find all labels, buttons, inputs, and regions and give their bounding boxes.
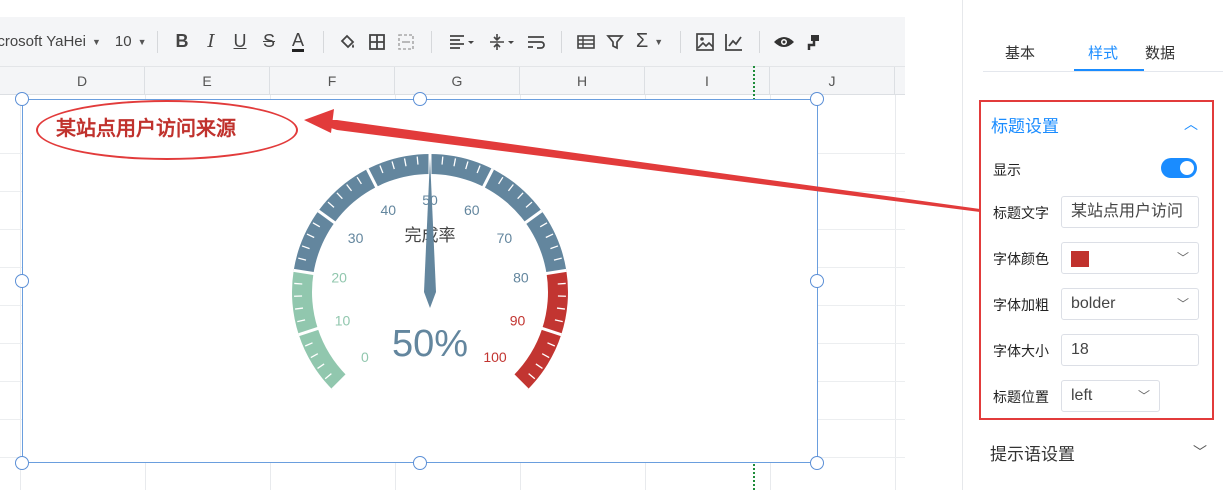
font-color-label: 字体颜色 xyxy=(993,251,1049,267)
gauge-band-0 xyxy=(291,270,347,390)
title-text-label: 标题文字 xyxy=(993,205,1049,221)
gauge-minor-tick xyxy=(557,282,566,285)
gauge-tick-label: 90 xyxy=(510,312,526,328)
gauge-chart: 0102030405060708090100完成率50% xyxy=(291,154,568,391)
gauge-tick-label: 10 xyxy=(335,312,351,328)
gauge-minor-tick xyxy=(416,156,419,165)
chevron-down-icon: ﹀ xyxy=(1193,444,1207,460)
chevron-up-icon[interactable]: ︿ xyxy=(1184,114,1198,134)
color-swatch xyxy=(1071,251,1089,267)
font-size-input[interactable]: 18 xyxy=(1061,334,1199,366)
font-weight-select[interactable]: bolder ﹀ xyxy=(1061,288,1199,320)
gauge-tick-label: 70 xyxy=(497,230,513,246)
chevron-down-icon: ﹀ xyxy=(1137,389,1150,403)
panel-tabs: 基本 样式 数据 xyxy=(983,30,1223,72)
gauge-tick-label: 40 xyxy=(380,202,396,218)
tooltip-settings-section[interactable]: 提示语设置 ﹀ xyxy=(983,430,1223,472)
font-weight-label: 字体加粗 xyxy=(993,297,1049,313)
font-color-select[interactable]: ﹀ xyxy=(1061,242,1199,274)
spreadsheet-area: icrosoft YaHei ▼ 10 ▼ B I U S A Σ ▼ D E … xyxy=(0,0,905,490)
gauge-band-2 xyxy=(513,270,568,390)
gauge-tick-label: 30 xyxy=(348,230,364,246)
title-settings-section: 标题设置 ︿ 显示 标题文字 某站点用户访问 字体颜色 ﹀ 字体加粗 bolde… xyxy=(979,100,1214,420)
title-position-label: 标题位置 xyxy=(993,389,1049,405)
tooltip-section-title: 提示语设置 xyxy=(990,445,1075,464)
active-tab-indicator xyxy=(1074,69,1144,71)
gauge-tick-label: 0 xyxy=(361,349,369,365)
gauge-minor-tick xyxy=(441,156,444,165)
font-weight-value: bolder xyxy=(1071,295,1116,312)
gauge-minor-tick xyxy=(294,282,303,285)
title-text-input[interactable]: 某站点用户访问 xyxy=(1061,196,1199,228)
settings-panel: 基本 样式 数据 标题设置 ︿ 显示 标题文字 某站点用户访问 字体颜色 ﹀ 字… xyxy=(963,0,1223,490)
gauge-detail-value: 50% xyxy=(392,323,468,365)
tab-style[interactable]: 样式 xyxy=(1088,42,1118,63)
font-size-label: 字体大小 xyxy=(993,343,1049,359)
chevron-down-icon: ﹀ xyxy=(1176,251,1189,265)
show-title-toggle[interactable] xyxy=(1161,158,1197,178)
gauge-tick-label: 20 xyxy=(331,270,347,286)
title-position-value: left xyxy=(1071,387,1093,404)
annotation-ellipse xyxy=(36,100,298,160)
show-label: 显示 xyxy=(993,162,1021,178)
gauge-tick-label: 60 xyxy=(464,202,480,218)
tab-basic[interactable]: 基本 xyxy=(1005,42,1035,63)
panel-separator xyxy=(905,0,963,490)
title-position-select[interactable]: left ﹀ xyxy=(1061,380,1160,412)
gauge-tick-label: 80 xyxy=(513,270,529,286)
gauge-tick-label: 100 xyxy=(483,349,507,365)
section-title[interactable]: 标题设置 xyxy=(991,112,1059,137)
chevron-down-icon: ﹀ xyxy=(1176,297,1189,311)
tab-data[interactable]: 数据 xyxy=(1145,42,1175,63)
